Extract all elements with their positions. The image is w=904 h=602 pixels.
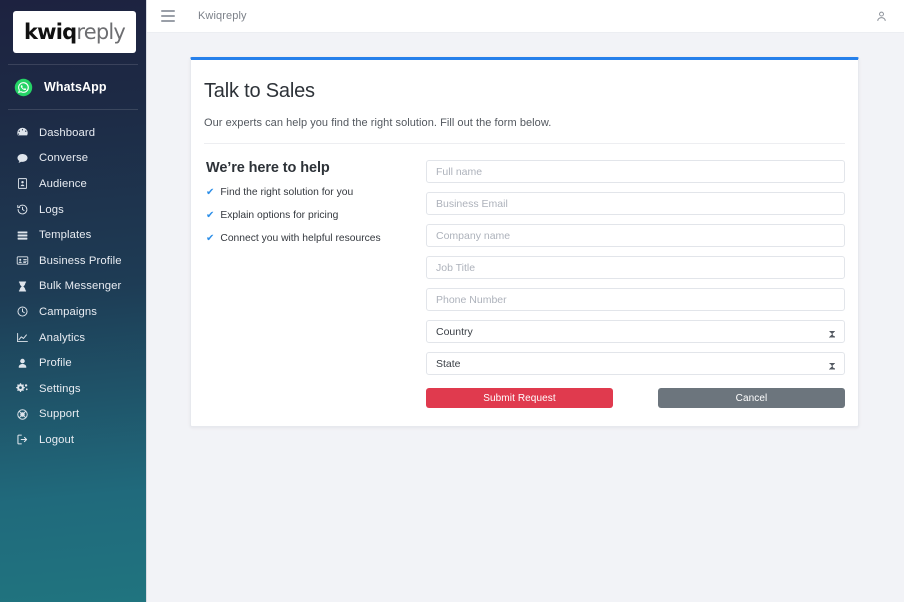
sidebar-item-converse[interactable]: Converse (0, 146, 146, 172)
logo-text-part2: reply (76, 19, 126, 44)
sidebar-logo[interactable]: kwiqreply (0, 0, 146, 64)
job-title-input[interactable] (426, 256, 845, 279)
sidebar-item-label: Business Profile (39, 254, 122, 267)
help-column: We’re here to help ✔ Find the right solu… (204, 160, 426, 408)
sidebar: kwiqreply WhatsApp Dashboard Converse Au… (0, 0, 147, 602)
sidebar-item-label: Logout (39, 433, 75, 446)
sidebar-item-dashboard[interactable]: Dashboard (0, 120, 146, 146)
topbar: Kwiqreply (147, 0, 904, 33)
sidebar-item-label: Support (39, 408, 80, 421)
main-area: Kwiqreply Talk to Sales Our experts can … (147, 0, 904, 602)
submit-request-button[interactable]: Submit Request (426, 388, 613, 408)
bullet-label: Find the right solution for you (220, 187, 354, 198)
full-name-input[interactable] (426, 160, 845, 183)
sidebar-item-templates[interactable]: Templates (0, 222, 146, 248)
check-icon: ✔ (206, 210, 215, 221)
whatsapp-icon (14, 78, 33, 97)
sidebar-item-label: Settings (39, 382, 81, 395)
sidebar-item-analytics[interactable]: Analytics (0, 325, 146, 351)
logout-icon (15, 433, 29, 447)
person-icon (15, 356, 29, 370)
sidebar-item-audience[interactable]: Audience (0, 171, 146, 197)
list-item: ✔ Explain options for pricing (206, 209, 426, 222)
sidebar-item-label: Dashboard (39, 126, 96, 139)
sidebar-item-logout[interactable]: Logout (0, 427, 146, 453)
phone-number-input[interactable] (426, 288, 845, 311)
sidebar-item-label: Logs (39, 203, 64, 216)
sidebar-item-label: Templates (39, 229, 92, 242)
content-area: Talk to Sales Our experts can help you f… (147, 33, 904, 602)
sidebar-item-profile[interactable]: Profile (0, 350, 146, 376)
logo-text: kwiqreply (23, 19, 126, 44)
dashboard-icon (15, 126, 29, 140)
company-name-input[interactable] (426, 224, 845, 247)
topbar-brand: Kwiqreply (198, 10, 247, 22)
user-account-icon[interactable] (873, 8, 889, 24)
check-icon: ✔ (206, 187, 215, 198)
page-title: Talk to Sales (204, 80, 315, 102)
sidebar-channel-label: WhatsApp (44, 80, 107, 94)
sidebar-channel-whatsapp[interactable]: WhatsApp (0, 65, 146, 109)
hamburger-icon[interactable] (161, 10, 175, 22)
id-card-icon (15, 254, 29, 268)
sidebar-item-bulk-messenger[interactable]: Bulk Messenger (0, 274, 146, 300)
form-actions: Submit Request Cancel (426, 388, 845, 408)
talk-to-sales-card: Talk to Sales Our experts can help you f… (190, 57, 859, 427)
sidebar-item-business-profile[interactable]: Business Profile (0, 248, 146, 274)
chart-line-icon (15, 331, 29, 345)
sidebar-item-label: Converse (39, 152, 89, 165)
clock-icon (15, 305, 29, 319)
list-item: ✔ Connect you with helpful resources (206, 232, 426, 245)
sidebar-item-support[interactable]: Support (0, 402, 146, 428)
hourglass-icon (15, 279, 29, 293)
gears-icon (15, 382, 29, 396)
app-root: kwiqreply WhatsApp Dashboard Converse Au… (0, 0, 904, 602)
templates-list-icon (15, 228, 29, 242)
sidebar-item-label: Analytics (39, 331, 86, 344)
sidebar-item-label: Bulk Messenger (39, 280, 122, 293)
help-bullet-list: ✔ Find the right solution for you ✔ Expl… (206, 186, 426, 245)
sidebar-nav: Dashboard Converse Audience Logs Templat… (0, 110, 146, 453)
globe-support-icon (15, 407, 29, 421)
history-clock-icon (15, 203, 29, 217)
list-item: ✔ Find the right solution for you (206, 186, 426, 199)
chat-bubble-icon (15, 151, 29, 165)
card-body: We’re here to help ✔ Find the right solu… (204, 144, 845, 408)
bullet-label: Connect you with helpful resources (220, 233, 381, 244)
bullet-label: Explain options for pricing (220, 210, 339, 221)
sidebar-item-label: Audience (39, 177, 87, 190)
business-email-input[interactable] (426, 192, 845, 215)
state-select[interactable]: State (426, 352, 845, 375)
sidebar-item-logs[interactable]: Logs (0, 197, 146, 223)
sales-form: Country State Submit Request Cancel (426, 160, 845, 408)
sidebar-item-campaigns[interactable]: Campaigns (0, 299, 146, 325)
country-select[interactable]: Country (426, 320, 845, 343)
cancel-button[interactable]: Cancel (658, 388, 845, 408)
audience-card-icon (15, 177, 29, 191)
logo-text-part1: kwiq (23, 19, 77, 44)
sidebar-item-settings[interactable]: Settings (0, 376, 146, 402)
logo-box: kwiqreply (13, 11, 136, 53)
check-icon: ✔ (206, 233, 215, 244)
page-subtitle: Our experts can help you find the right … (204, 117, 552, 129)
sidebar-item-label: Profile (39, 357, 72, 370)
sidebar-item-label: Campaigns (39, 305, 98, 318)
help-heading: We’re here to help (206, 160, 330, 176)
